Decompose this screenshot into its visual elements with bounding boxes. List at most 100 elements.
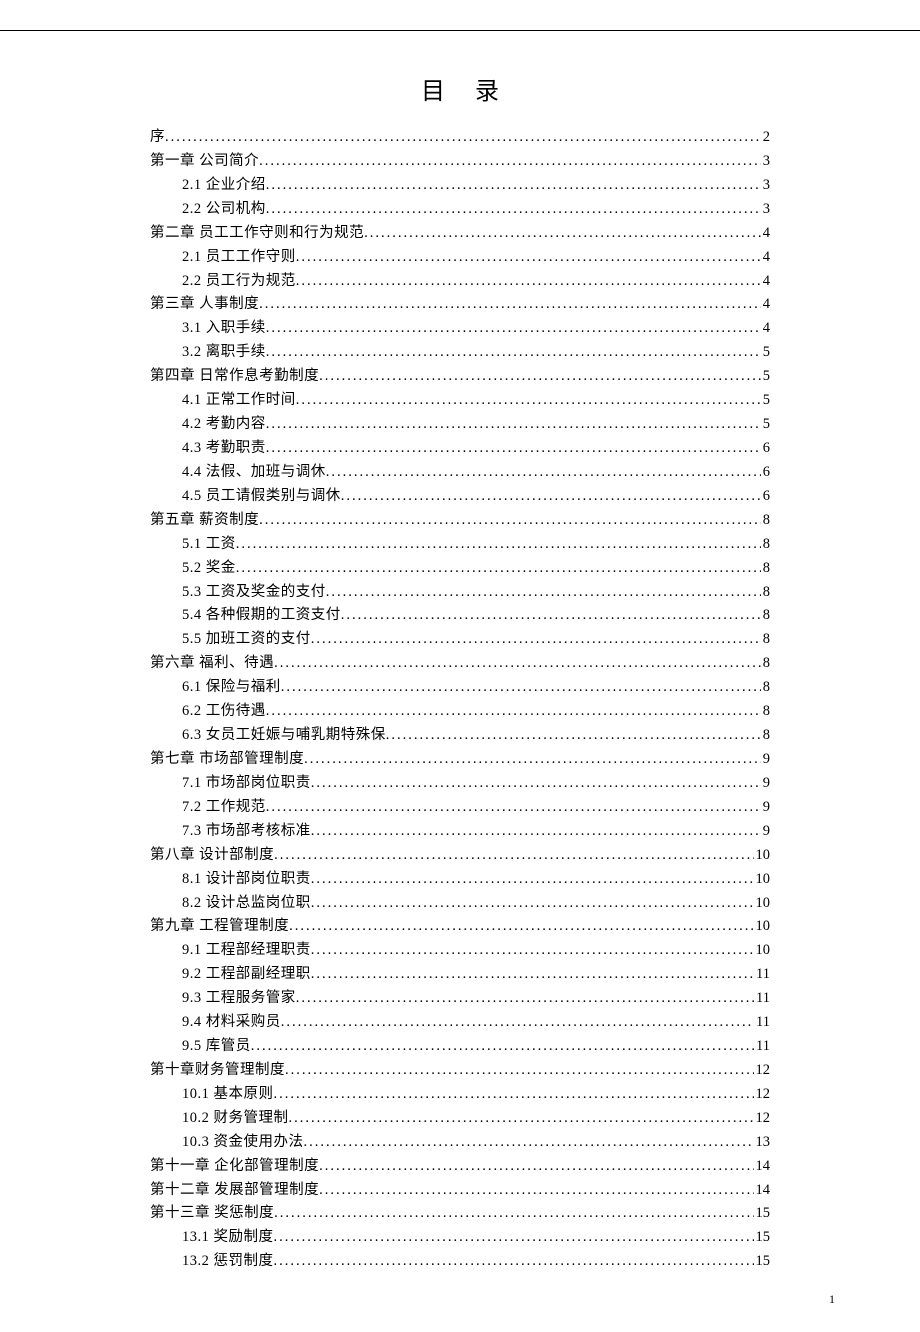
toc-page-number: 9: [761, 820, 770, 844]
toc-label: 6.1 保险与福利: [182, 676, 281, 700]
toc-label: 3.1 入职手续: [182, 317, 266, 341]
toc-label: 9.4 材料采购员: [182, 1011, 281, 1035]
toc-entry: 5.5 加班工资的支付8: [150, 628, 770, 652]
toc-page-number: 9: [761, 796, 770, 820]
toc-label: 4.4 法假、加班与调休: [182, 461, 326, 485]
toc-leader-dots: [259, 150, 761, 174]
toc-label: 10.1 基本原则: [182, 1083, 274, 1107]
toc-page-number: 10: [754, 892, 771, 916]
toc-page-number: 2: [761, 126, 770, 150]
toc-entry: 2.1 员工工作守则4: [150, 246, 770, 270]
toc-entry: 第十二章 发展部管理制度14: [150, 1179, 770, 1203]
toc-leader-dots: [341, 485, 761, 509]
toc-page-number: 4: [761, 246, 770, 270]
toc-leader-dots: [165, 126, 761, 150]
toc-leader-dots: [274, 1083, 754, 1107]
toc-entry: 13.2 惩罚制度15: [150, 1250, 770, 1274]
toc-entry: 第二章 员工工作守则和行为规范4: [150, 222, 770, 246]
toc-entry: 9.3 工程服务管家 11: [150, 987, 770, 1011]
toc-leader-dots: [319, 1179, 753, 1203]
toc-entry: 第十三章 奖惩制度15: [150, 1202, 770, 1226]
toc-label: 5.4 各种假期的工资支付: [182, 604, 341, 628]
toc-page-number: 4: [761, 293, 770, 317]
toc-page-number: 5: [761, 341, 770, 365]
toc-leader-dots: [266, 174, 761, 198]
toc-label: 4.1 正常工作时间: [182, 389, 296, 413]
toc-leader-dots: [266, 317, 761, 341]
toc-page-number: 11: [754, 1011, 770, 1035]
toc-page-number: 11: [754, 1035, 770, 1059]
toc-leader-dots: [311, 892, 754, 916]
toc-label: 9.1 工程部经理职责: [182, 939, 311, 963]
toc-leader-dots: [274, 652, 761, 676]
toc-entry: 9.5 库管员 11: [150, 1035, 770, 1059]
toc-entry: 4.3 考勤职责6: [150, 437, 770, 461]
toc-page-number: 8: [761, 509, 770, 533]
toc-page-number: 4: [761, 317, 770, 341]
toc-label: 9.3 工程服务管家: [182, 987, 296, 1011]
toc-label: 第十一章 企化部管理制度: [150, 1155, 319, 1179]
toc-label: 10.2 财务管理制: [182, 1107, 289, 1131]
toc-page-number: 10: [754, 915, 771, 939]
toc-leader-dots: [285, 1059, 754, 1083]
toc-entry: 9.1 工程部经理职责 10: [150, 939, 770, 963]
toc-label: 7.2 工作规范: [182, 796, 266, 820]
toc-leader-dots: [236, 533, 761, 557]
toc-leader-dots: [386, 724, 761, 748]
toc-page-number: 12: [754, 1083, 771, 1107]
toc-entry: 7.3 市场部考核标准9: [150, 820, 770, 844]
toc-page-number: 8: [761, 604, 770, 628]
toc-entry: 第十一章 企化部管理制度14: [150, 1155, 770, 1179]
toc-page-number: 8: [761, 533, 770, 557]
toc-label: 3.2 离职手续: [182, 341, 266, 365]
toc-label: 第十三章 奖惩制度: [150, 1202, 274, 1226]
toc-label: 序: [150, 126, 165, 150]
toc-page-number: 8: [761, 724, 770, 748]
toc-entry: 4.5 员工请假类别与调休6: [150, 485, 770, 509]
toc-entry: 8.2 设计总监岗位职10: [150, 892, 770, 916]
toc-leader-dots: [266, 437, 761, 461]
toc-entry: 6.3 女员工妊娠与哺乳期特殊保8: [150, 724, 770, 748]
toc-leader-dots: [266, 413, 761, 437]
toc-leader-dots: [304, 748, 761, 772]
toc-leader-dots: [304, 1131, 754, 1155]
toc-leader-dots: [236, 557, 761, 581]
toc-label: 第十章财务管理制度: [150, 1059, 285, 1083]
toc-entry: 4.1 正常工作时间5: [150, 389, 770, 413]
toc-entry: 第五章 薪资制度8: [150, 509, 770, 533]
toc-leader-dots: [259, 293, 761, 317]
toc-leader-dots: [266, 198, 761, 222]
page-number: 1: [829, 1292, 835, 1307]
toc-label: 第十二章 发展部管理制度: [150, 1179, 319, 1203]
toc-label: 13.2 惩罚制度: [182, 1250, 274, 1274]
toc-label: 4.2 考勤内容: [182, 413, 266, 437]
toc-entry: 第十章财务管理制度12: [150, 1059, 770, 1083]
toc-entry: 9.2 工程部副经理职11: [150, 963, 770, 987]
toc-leader-dots: [311, 820, 761, 844]
toc-entry: 5.4 各种假期的工资支付 8: [150, 604, 770, 628]
toc-label: 9.5 库管员: [182, 1035, 251, 1059]
toc-leader-dots: [266, 700, 761, 724]
toc-leader-dots: [274, 1202, 753, 1226]
toc-leader-dots: [326, 581, 761, 605]
toc-leader-dots: [251, 1035, 754, 1059]
toc-label: 5.2 奖金: [182, 557, 236, 581]
toc-page-number: 13: [754, 1131, 771, 1155]
toc-page-number: 10: [754, 939, 771, 963]
toc-leader-dots: [296, 389, 761, 413]
toc-label: 5.3 工资及奖金的支付: [182, 581, 326, 605]
toc-page-number: 3: [761, 174, 770, 198]
toc-page-number: 4: [761, 222, 770, 246]
toc-entry: 3.2 离职手续 5: [150, 341, 770, 365]
toc-leader-dots: [274, 1250, 754, 1274]
toc-entry: 第七章 市场部管理制度9: [150, 748, 770, 772]
toc-leader-dots: [311, 628, 761, 652]
toc-page-number: 11: [754, 987, 770, 1011]
toc-entry: 6.2 工伤待遇8: [150, 700, 770, 724]
toc-leader-dots: [266, 341, 761, 365]
toc-leader-dots: [364, 222, 761, 246]
toc-entry: 10.3 资金使用办法13: [150, 1131, 770, 1155]
toc-label: 5.1 工资: [182, 533, 236, 557]
toc-leader-dots: [296, 987, 754, 1011]
toc-label: 6.2 工伤待遇: [182, 700, 266, 724]
